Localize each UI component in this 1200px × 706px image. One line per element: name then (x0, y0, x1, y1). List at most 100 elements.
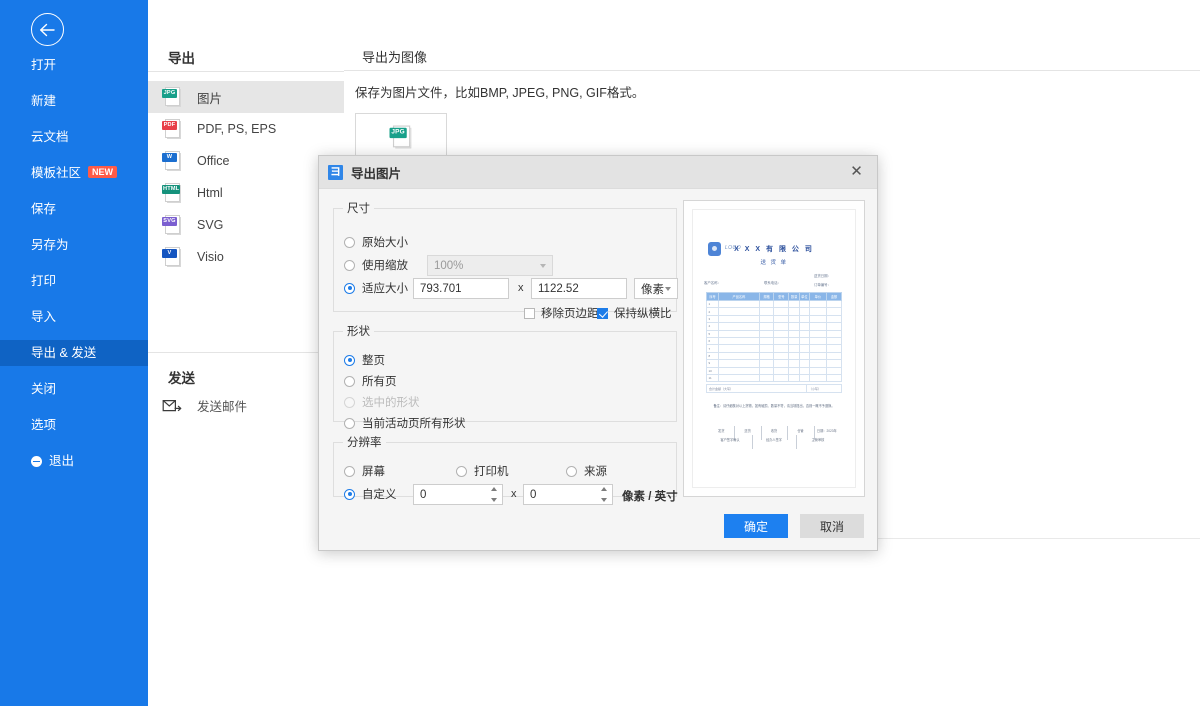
sidebar-item-import[interactable]: 导入 (0, 304, 148, 330)
dialog-body: 尺寸 原始大小 使用缩放 100% 适应大小 x (319, 189, 877, 550)
preview-total-row: 合计金额（大写） （小写） (706, 384, 843, 393)
fit-height-input[interactable] (531, 278, 627, 299)
table-row: 8 (705, 351, 842, 361)
visio-file-icon: V (162, 246, 182, 268)
checkbox-keep-ratio[interactable]: 保持纵横比 (597, 305, 672, 321)
checkbox-indicator[interactable] (524, 307, 535, 319)
resolution-x-stepper[interactable] (413, 484, 503, 505)
sidebar-item-close[interactable]: 关闭 (0, 376, 148, 402)
sign-cell: 主管审核 (796, 435, 840, 449)
row-number: 1 (705, 299, 720, 309)
radio-fit-size[interactable]: 适应大小 (344, 280, 408, 296)
radio-indicator[interactable] (344, 236, 355, 248)
export-option-visio[interactable]: V Visio (148, 241, 344, 273)
export-option-label: SVG (197, 218, 224, 232)
scale-select[interactable]: 100% (427, 255, 553, 276)
preview-col-header: 序号 (705, 292, 720, 301)
sidebar-item-label: 关闭 (31, 382, 57, 396)
preview-col-header: 产品名称 (718, 292, 760, 301)
sidebar-item-template-community[interactable]: 模板社区 NEW (0, 160, 148, 186)
image-format-card[interactable]: JPG (355, 113, 447, 161)
svg-file-icon: SVG (162, 214, 182, 236)
sidebar-item-export-send[interactable]: 导出 & 发送 (0, 340, 148, 366)
sidebar-item-label: 打开 (31, 58, 57, 72)
resolution-y-input[interactable] (523, 484, 613, 505)
sidebar-item-label: 退出 (49, 454, 75, 468)
radio-indicator[interactable] (344, 375, 355, 387)
file-tag: W (162, 153, 177, 162)
row-number: 10 (705, 366, 720, 375)
radio-indicator[interactable] (344, 417, 355, 429)
export-option-label: 图片 (197, 91, 223, 106)
radio-indicator[interactable] (566, 465, 577, 477)
radio-custom-resolution[interactable]: 自定义 (344, 486, 397, 502)
radio-indicator[interactable] (344, 488, 355, 500)
radio-use-scale[interactable]: 使用缩放 (344, 257, 408, 273)
table-row: 9 (705, 359, 842, 368)
stepper-up-icon (491, 487, 497, 491)
file-tag: JPG (389, 127, 407, 139)
checkbox-remove-margin[interactable]: 移除页边距 (524, 305, 599, 321)
preview-col-header: 金额 (826, 292, 842, 301)
sidebar-item-options[interactable]: 选项 (0, 412, 148, 438)
stepper-arrows[interactable] (491, 487, 498, 502)
sign-cell: 客户签字确认 (720, 438, 740, 442)
radio-indicator[interactable] (456, 465, 467, 477)
send-heading: 发送 (168, 371, 195, 386)
row-number: 9 (705, 359, 720, 368)
chevron-down-icon (540, 263, 546, 268)
radio-screen[interactable]: 屏幕 (344, 463, 385, 479)
column-divider-bottom (148, 352, 344, 353)
dialog-titlebar: ヨ 导出图片 ✕ (319, 156, 877, 189)
resolution-separator: x (511, 488, 517, 500)
sidebar-item-label: 选项 (31, 418, 57, 432)
row-number: 8 (705, 351, 720, 361)
checkbox-indicator[interactable] (597, 307, 608, 319)
resolution-x-input[interactable] (413, 484, 503, 505)
resolution-y-stepper[interactable] (523, 484, 613, 505)
radio-current-page-shapes[interactable]: 当前活动页所有形状 (344, 415, 466, 431)
radio-indicator[interactable] (344, 465, 355, 477)
radio-selected-shapes: 选中的形状 (344, 394, 420, 410)
table-row: 2 (705, 307, 842, 316)
preview-pane: LOGO X X X 有 限 公 司 送 货 单 客户名称： 联系电话： 送货日… (683, 200, 865, 497)
radio-indicator[interactable] (344, 259, 355, 271)
export-option-office[interactable]: W Office (148, 145, 344, 177)
radio-indicator[interactable] (344, 354, 355, 366)
export-option-pdf[interactable]: PDF PDF, PS, EPS (148, 113, 344, 145)
export-option-svg[interactable]: SVG SVG (148, 209, 344, 241)
radio-whole-page[interactable]: 整页 (344, 352, 385, 368)
resolution-unit-label: 像素 / 英寸 (622, 491, 678, 503)
back-button[interactable] (31, 13, 64, 46)
sidebar-item-exit[interactable]: 退出 (0, 448, 148, 474)
radio-indicator[interactable] (344, 282, 355, 294)
export-option-html[interactable]: HTML Html (148, 177, 344, 209)
cancel-button[interactable]: 取消 (800, 514, 864, 538)
stepper-arrows[interactable] (601, 487, 608, 502)
sidebar-item-cloud-docs[interactable]: 云文档 (0, 124, 148, 150)
radio-original-size[interactable]: 原始大小 (344, 234, 408, 250)
sidebar-item-print[interactable]: 打印 (0, 268, 148, 294)
ok-button[interactable]: 确定 (724, 514, 788, 538)
preview-table-header-row: 序号 产品名称 规格 型号 数量 单位 单价 金额 (705, 292, 842, 301)
radio-source[interactable]: 来源 (566, 463, 607, 479)
export-option-image[interactable]: JPG 图片 (148, 81, 344, 113)
sign-cell: 日期：2023年 (813, 426, 840, 440)
content-divider (344, 70, 1200, 71)
dialog-close-icon[interactable]: ✕ (848, 164, 865, 181)
send-email-item[interactable]: 发送邮件 (162, 396, 247, 415)
sidebar-item-save[interactable]: 保存 (0, 196, 148, 222)
radio-all-pages[interactable]: 所有页 (344, 373, 397, 389)
jpg-file-icon: JPG (389, 124, 413, 149)
table-row: 4 (705, 322, 842, 331)
exit-icon (31, 455, 42, 467)
sidebar-item-save-as[interactable]: 另存为 (0, 232, 148, 258)
sidebar-item-open[interactable]: 打开 (0, 52, 148, 78)
fit-width-input[interactable] (413, 278, 509, 299)
sidebar-item-label: 模板社区 (31, 166, 82, 180)
sidebar-item-new[interactable]: 新建 (0, 88, 148, 114)
radio-printer[interactable]: 打印机 (456, 463, 509, 479)
preview-note: 备注：请仔细核对以上货物，如有破损、数量不符，请当场提出，否则一概不予退换。 (713, 404, 835, 408)
unit-select[interactable]: 像素 (634, 278, 678, 299)
preview-col-header: 数量 (788, 292, 801, 301)
